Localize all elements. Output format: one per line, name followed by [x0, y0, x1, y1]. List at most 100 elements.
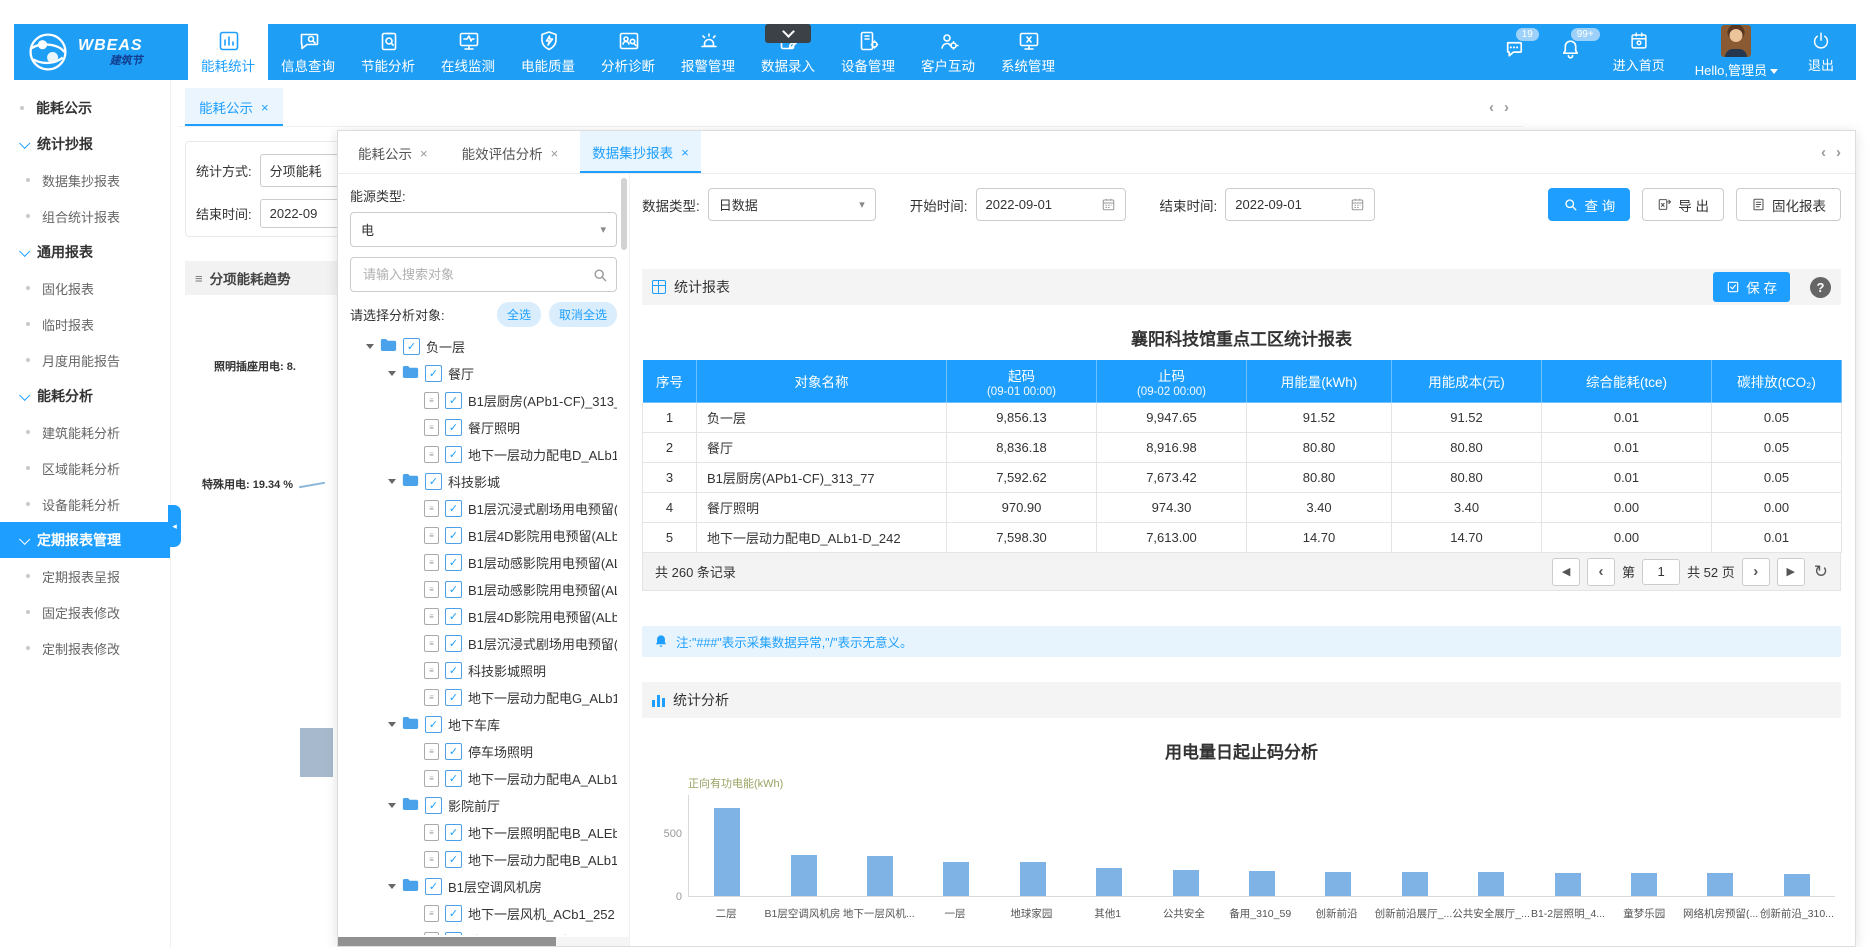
tree-leaf-node[interactable]: ≡✓B1层动感影院用电预留(ALb1-YY: [350, 576, 617, 603]
tree-leaf-node[interactable]: ≡✓科技影城照明: [350, 657, 617, 684]
data-type-select[interactable]: 日数据 ▾: [708, 188, 876, 221]
nav-item-device-mgmt[interactable]: 设备管理: [828, 24, 908, 80]
home-button[interactable]: 进入首页: [1613, 30, 1665, 74]
checkbox-checked[interactable]: ✓: [445, 581, 462, 598]
checkbox-checked[interactable]: ✓: [445, 662, 462, 679]
close-icon[interactable]: ×: [551, 146, 559, 161]
tree-leaf-node[interactable]: ≡✓地下一层风机_ACb1_252: [350, 900, 617, 927]
sidebar-item[interactable]: 固定报表修改: [0, 594, 170, 630]
sidebar-item[interactable]: 月度用能报告: [0, 342, 170, 378]
tree-leaf-node[interactable]: ≡✓B1层沉浸式剧场用电预留(ALb1-YY: [350, 630, 617, 657]
nav-item-customer-interaction[interactable]: 客户互动: [908, 24, 988, 80]
checkbox-checked[interactable]: ✓: [445, 743, 462, 760]
checkbox-checked[interactable]: ✓: [445, 824, 462, 841]
tree-leaf-node[interactable]: ≡✓B1层沉浸式剧场用电预留(ALb1-YY: [350, 495, 617, 522]
sidebar-item[interactable]: 能耗分析: [0, 378, 170, 414]
vertical-scrollbar[interactable]: [621, 178, 627, 250]
nav-item-data-entry[interactable]: 数据录入: [748, 24, 828, 80]
checkbox-checked[interactable]: ✓: [445, 689, 462, 706]
checkbox-checked[interactable]: ✓: [445, 419, 462, 436]
checkbox-checked[interactable]: ✓: [425, 365, 442, 382]
tab-efficiency-evaluation[interactable]: 能效评估分析 ×: [450, 132, 571, 172]
sidebar-item[interactable]: 定期报表管理: [0, 522, 170, 558]
checkbox-checked[interactable]: ✓: [425, 797, 442, 814]
sidebar-item[interactable]: 建筑能耗分析: [0, 414, 170, 450]
expand-icon[interactable]: [388, 722, 396, 727]
checkbox-checked[interactable]: ✓: [445, 608, 462, 625]
tree-folder-node[interactable]: ✓负一层: [350, 333, 617, 360]
sidebar-collapse-handle[interactable]: ◂: [168, 505, 181, 547]
first-page-button[interactable]: ◀: [1552, 558, 1580, 586]
checkbox-checked[interactable]: ✓: [445, 554, 462, 571]
tree-leaf-node[interactable]: ≡✓地下一层动力配电A_ALb1-A_266: [350, 765, 617, 792]
close-icon[interactable]: ×: [420, 146, 428, 161]
sidebar-item[interactable]: 固化报表: [0, 270, 170, 306]
tree-leaf-node[interactable]: ≡✓停车场照明: [350, 738, 617, 765]
save-button[interactable]: 保 存: [1713, 272, 1790, 302]
tree-folder-node[interactable]: ✓B1层空调风机房: [350, 873, 617, 900]
checkbox-checked[interactable]: ✓: [445, 851, 462, 868]
sidebar-item[interactable]: 通用报表: [0, 234, 170, 270]
sidebar-item[interactable]: 能耗公示: [0, 90, 170, 126]
tree-leaf-node[interactable]: ≡✓B1层4D影院用电预留(ALb1-YY(4: [350, 522, 617, 549]
tab-scroll-right[interactable]: ›: [1836, 144, 1841, 161]
tree-leaf-node[interactable]: ≡✓地下一层动力配电B_ALb1-B_267: [350, 846, 617, 873]
export-button[interactable]: 导 出: [1642, 188, 1724, 221]
tree-leaf-node[interactable]: ≡✓地下一层动力配电G_ALb1-G_269: [350, 684, 617, 711]
tree-folder-node[interactable]: ✓科技影城: [350, 468, 617, 495]
nav-item-alarm-mgmt[interactable]: 报警管理: [668, 24, 748, 80]
tree-folder-node[interactable]: ✓餐厅: [350, 360, 617, 387]
query-button[interactable]: 查 询: [1548, 188, 1630, 221]
nav-item-energy-stats[interactable]: 能耗统计: [188, 24, 268, 80]
solidify-report-button[interactable]: 固化报表: [1736, 188, 1841, 221]
refresh-icon[interactable]: ↻: [1814, 562, 1828, 582]
nav-item-diagnosis[interactable]: 分析诊断: [588, 24, 668, 80]
checkbox-checked[interactable]: ✓: [425, 878, 442, 895]
sidebar-item[interactable]: 临时报表: [0, 306, 170, 342]
tree-leaf-node[interactable]: ≡✓B1层4D影院用电预留(ALb1-YY(4: [350, 603, 617, 630]
tab-scroll-left[interactable]: ‹: [1489, 99, 1494, 116]
checkbox-checked[interactable]: ✓: [445, 446, 462, 463]
checkbox-checked[interactable]: ✓: [445, 635, 462, 652]
alerts-button[interactable]: 99+: [1558, 37, 1583, 67]
horizontal-scrollbar[interactable]: [338, 937, 629, 946]
nav-item-system-mgmt[interactable]: 系统管理: [988, 24, 1068, 80]
expand-icon[interactable]: [366, 344, 374, 349]
energy-type-select[interactable]: 电 ▾: [350, 212, 617, 247]
expand-icon[interactable]: [388, 479, 396, 484]
tab-dataset-report[interactable]: 数据集抄报表 ×: [580, 131, 701, 173]
user-menu[interactable]: Hello,管理员: [1695, 25, 1778, 79]
tree-leaf-node[interactable]: ≡✓地下一层照明配电C_ALEb1-C_26: [350, 927, 617, 935]
sidebar-item[interactable]: 组合统计报表: [0, 198, 170, 234]
help-button[interactable]: ?: [1810, 277, 1831, 298]
prev-page-button[interactable]: ‹: [1587, 558, 1615, 586]
expand-icon[interactable]: [388, 371, 396, 376]
start-date-input[interactable]: 2022-09-01: [976, 188, 1126, 221]
expand-icon[interactable]: [388, 803, 396, 808]
close-icon[interactable]: ×: [681, 145, 689, 160]
expand-icon[interactable]: [388, 884, 396, 889]
last-page-button[interactable]: ▶: [1777, 558, 1805, 586]
sidebar-item[interactable]: 区域能耗分析: [0, 450, 170, 486]
checkbox-checked[interactable]: ✓: [445, 527, 462, 544]
messages-button[interactable]: 19: [1503, 37, 1528, 67]
nav-item-energy-saving-analysis[interactable]: 节能分析: [348, 24, 428, 80]
checkbox-checked[interactable]: ✓: [445, 392, 462, 409]
checkbox-checked[interactable]: ✓: [425, 716, 442, 733]
next-page-button[interactable]: ›: [1742, 558, 1770, 586]
nav-item-online-monitor[interactable]: 在线监测: [428, 24, 508, 80]
sidebar-item[interactable]: 定期报表呈报: [0, 558, 170, 594]
tab-scroll-right[interactable]: ›: [1504, 99, 1509, 116]
select-all-button[interactable]: 全选: [497, 302, 541, 327]
deselect-all-button[interactable]: 取消全选: [549, 302, 617, 327]
checkbox-checked[interactable]: ✓: [445, 500, 462, 517]
sidebar-item[interactable]: 定制报表修改: [0, 630, 170, 666]
sidebar-item[interactable]: 统计抄报: [0, 126, 170, 162]
tree-leaf-node[interactable]: ≡✓餐厅照明: [350, 414, 617, 441]
checkbox-checked[interactable]: ✓: [445, 905, 462, 922]
nav-item-info-query[interactable]: 信息查询: [268, 24, 348, 80]
tab-energy-publicity[interactable]: 能耗公示 ×: [185, 88, 283, 126]
tree-leaf-node[interactable]: ≡✓B1层动感影院用电预留(ALb1-YY: [350, 549, 617, 576]
sidebar-item[interactable]: 数据集抄报表: [0, 162, 170, 198]
nav-item-power-quality[interactable]: 电能质量: [508, 24, 588, 80]
